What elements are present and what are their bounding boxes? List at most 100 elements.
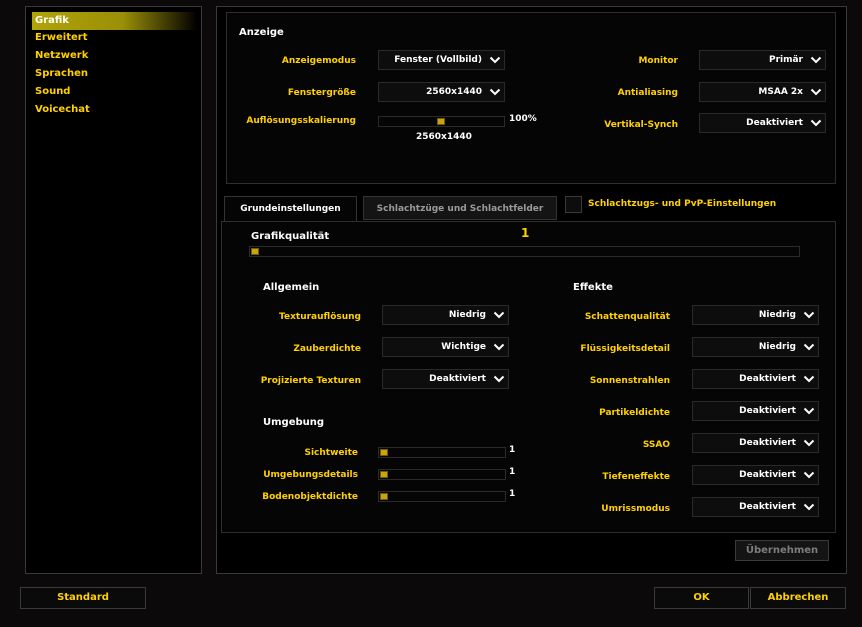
sunshafts-dropdown[interactable]: Deaktiviert bbox=[692, 369, 819, 389]
slider-thumb[interactable] bbox=[380, 471, 388, 478]
view-distance-label: Sichtweite bbox=[304, 448, 358, 458]
outline-mode-value: Deaktiviert bbox=[739, 502, 796, 512]
ground-clutter-value: 1 bbox=[509, 489, 516, 499]
shadow-quality-dropdown[interactable]: Niedrig bbox=[692, 305, 819, 325]
outline-mode-label: Umrissmodus bbox=[601, 504, 670, 514]
depth-effects-dropdown[interactable]: Deaktiviert bbox=[692, 465, 819, 485]
render-scale-slider[interactable] bbox=[378, 116, 505, 127]
monitor-value: Primär bbox=[768, 55, 803, 65]
antialiasing-value: MSAA 2x bbox=[758, 87, 803, 97]
sidebar-item-grafik[interactable]: Grafik bbox=[32, 12, 197, 30]
tab-basic-settings[interactable]: Grundeinstellungen bbox=[224, 196, 357, 222]
slider-thumb[interactable] bbox=[380, 449, 388, 456]
particle-density-value: Deaktiviert bbox=[739, 406, 796, 416]
liquid-detail-dropdown[interactable]: Niedrig bbox=[692, 337, 819, 357]
ssao-value: Deaktiviert bbox=[739, 438, 796, 448]
projected-textures-dropdown[interactable]: Deaktiviert bbox=[382, 369, 509, 389]
sidebar-item-label: Erweitert bbox=[35, 32, 88, 43]
render-scale-percent: 100% bbox=[509, 114, 537, 124]
view-distance-slider[interactable] bbox=[378, 447, 506, 458]
effects-heading: Effekte bbox=[573, 282, 613, 293]
render-scale-label: Auflösungsskalierung bbox=[246, 116, 356, 126]
spell-density-label: Zauberdichte bbox=[293, 344, 361, 354]
ground-clutter-label: Bodenobjektdichte bbox=[262, 492, 358, 502]
monitor-label: Monitor bbox=[638, 56, 678, 66]
shadow-quality-label: Schattenqualität bbox=[584, 312, 670, 322]
chevron-down-icon bbox=[489, 87, 501, 97]
vsync-label: Vertikal-Synch bbox=[604, 120, 678, 130]
window-size-label: Fenstergröße bbox=[287, 88, 356, 98]
projected-textures-value: Deaktiviert bbox=[429, 374, 486, 384]
environment-detail-value: 1 bbox=[509, 467, 516, 477]
display-mode-dropdown[interactable]: Fenster (Vollbild) bbox=[378, 50, 505, 70]
chevron-down-icon bbox=[803, 374, 815, 384]
default-button[interactable]: Standard bbox=[20, 587, 146, 609]
sidebar-item-netzwerk[interactable]: Netzwerk bbox=[32, 47, 88, 65]
chevron-down-icon bbox=[803, 502, 815, 512]
environment-detail-slider[interactable] bbox=[378, 469, 506, 480]
chevron-down-icon bbox=[803, 310, 815, 320]
sidebar-item-sound[interactable]: Sound bbox=[32, 83, 70, 101]
chevron-down-icon bbox=[803, 342, 815, 352]
sunshafts-value: Deaktiviert bbox=[739, 374, 796, 384]
projected-textures-label: Projizierte Texturen bbox=[260, 376, 361, 386]
spell-density-value: Wichtige bbox=[441, 342, 486, 352]
sidebar-item-label: Sprachen bbox=[35, 68, 88, 79]
monitor-dropdown[interactable]: Primär bbox=[699, 50, 826, 70]
liquid-detail-label: Flüssigkeitsdetail bbox=[580, 344, 670, 354]
slider-thumb[interactable] bbox=[251, 248, 259, 255]
tab-raids-battlegrounds[interactable]: Schlachtzüge und Schlachtfelder bbox=[363, 196, 557, 220]
sidebar-item-voicechat[interactable]: Voicechat bbox=[32, 101, 90, 119]
sidebar-item-sprachen[interactable]: Sprachen bbox=[32, 65, 88, 83]
display-mode-label: Anzeigemodus bbox=[281, 56, 356, 66]
raid-settings-checkbox[interactable] bbox=[565, 196, 582, 213]
ground-clutter-slider[interactable] bbox=[378, 491, 506, 502]
sunshafts-label: Sonnenstrahlen bbox=[589, 376, 670, 386]
cancel-button-label: Abbrechen bbox=[767, 592, 829, 603]
cancel-button[interactable]: Abbrechen bbox=[750, 587, 846, 609]
display-heading: Anzeige bbox=[239, 27, 284, 38]
chevron-down-icon bbox=[493, 342, 505, 352]
environment-detail-label: Umgebungsdetails bbox=[263, 470, 358, 480]
sidebar-item-erweitert[interactable]: Erweitert bbox=[32, 29, 88, 47]
raid-settings-checkbox-label: Schlachtzugs- und PvP-Einstellungen bbox=[588, 199, 777, 209]
environment-heading: Umgebung bbox=[263, 417, 325, 428]
tab-label: Grundeinstellungen bbox=[240, 204, 341, 214]
ssao-dropdown[interactable]: Deaktiviert bbox=[692, 433, 819, 453]
shadow-quality-value: Niedrig bbox=[758, 310, 796, 320]
default-button-label: Standard bbox=[57, 592, 109, 603]
depth-effects-value: Deaktiviert bbox=[739, 470, 796, 480]
chevron-down-icon bbox=[489, 55, 501, 65]
apply-button-label: Übernehmen bbox=[745, 545, 819, 556]
sidebar-item-label: Netzwerk bbox=[35, 50, 89, 61]
antialiasing-label: Antialiasing bbox=[617, 88, 678, 98]
spell-density-dropdown[interactable]: Wichtige bbox=[382, 337, 509, 357]
texture-resolution-value: Niedrig bbox=[448, 310, 486, 320]
graphics-quality-slider[interactable] bbox=[249, 246, 800, 257]
sidebar-item-label: Sound bbox=[35, 86, 71, 97]
chevron-down-icon bbox=[803, 406, 815, 416]
window-size-value: 2560x1440 bbox=[426, 87, 482, 97]
render-scale-resolution: 2560x1440 bbox=[416, 132, 472, 142]
slider-thumb[interactable] bbox=[380, 493, 388, 500]
apply-button[interactable]: Übernehmen bbox=[735, 540, 829, 561]
slider-thumb[interactable] bbox=[437, 118, 445, 125]
texture-resolution-dropdown[interactable]: Niedrig bbox=[382, 305, 509, 325]
chevron-down-icon bbox=[493, 310, 505, 320]
window-size-dropdown[interactable]: 2560x1440 bbox=[378, 82, 505, 102]
chevron-down-icon bbox=[803, 438, 815, 448]
ssao-label: SSAO bbox=[642, 440, 670, 450]
vsync-dropdown[interactable]: Deaktiviert bbox=[699, 113, 826, 133]
general-heading: Allgemein bbox=[263, 282, 320, 293]
outline-mode-dropdown[interactable]: Deaktiviert bbox=[692, 497, 819, 517]
liquid-detail-value: Niedrig bbox=[758, 342, 796, 352]
antialiasing-dropdown[interactable]: MSAA 2x bbox=[699, 82, 826, 102]
chevron-down-icon bbox=[493, 374, 505, 384]
ok-button-label: OK bbox=[693, 592, 710, 603]
graphics-quality-label: Grafikqualität bbox=[251, 231, 330, 242]
chevron-down-icon bbox=[810, 87, 822, 97]
particle-density-dropdown[interactable]: Deaktiviert bbox=[692, 401, 819, 421]
tab-label: Schlachtzüge und Schlachtfelder bbox=[376, 204, 544, 214]
vsync-value: Deaktiviert bbox=[746, 118, 803, 128]
ok-button[interactable]: OK bbox=[654, 587, 749, 609]
